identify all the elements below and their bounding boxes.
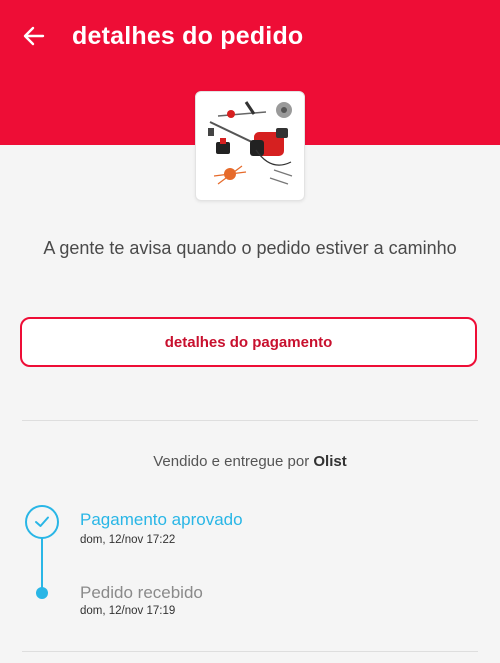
timeline-line: [41, 530, 43, 592]
timeline-step-time: dom, 12/nov 17:19: [80, 605, 176, 617]
shipping-notice: A gente te avisa quando o pedido estiver…: [43, 238, 457, 258]
timeline-step-time: dom, 12/nov 17:22: [80, 534, 176, 546]
payment-details-button[interactable]: detalhes do pagamento: [20, 317, 477, 367]
timeline-step-title: Pedido recebido: [80, 583, 203, 602]
seller-info: Vendido e entregue por Olist: [0, 453, 500, 470]
timeline-step-approved-marker: [25, 505, 59, 539]
brush-cutter-product-image: [208, 101, 293, 185]
dot-icon: [36, 587, 48, 599]
divider: [22, 420, 478, 421]
timeline-step-title: Pagamento aprovado: [80, 510, 243, 529]
product-image-card[interactable]: [195, 91, 305, 201]
check-icon: [35, 516, 49, 527]
seller-name: Olist: [313, 453, 347, 470]
seller-prefix: Vendido e entregue por: [153, 453, 310, 470]
page-title: detalhes do pedido: [72, 22, 304, 50]
back-button[interactable]: [18, 20, 50, 52]
arrow-left-icon: [23, 26, 45, 46]
divider: [22, 651, 478, 652]
